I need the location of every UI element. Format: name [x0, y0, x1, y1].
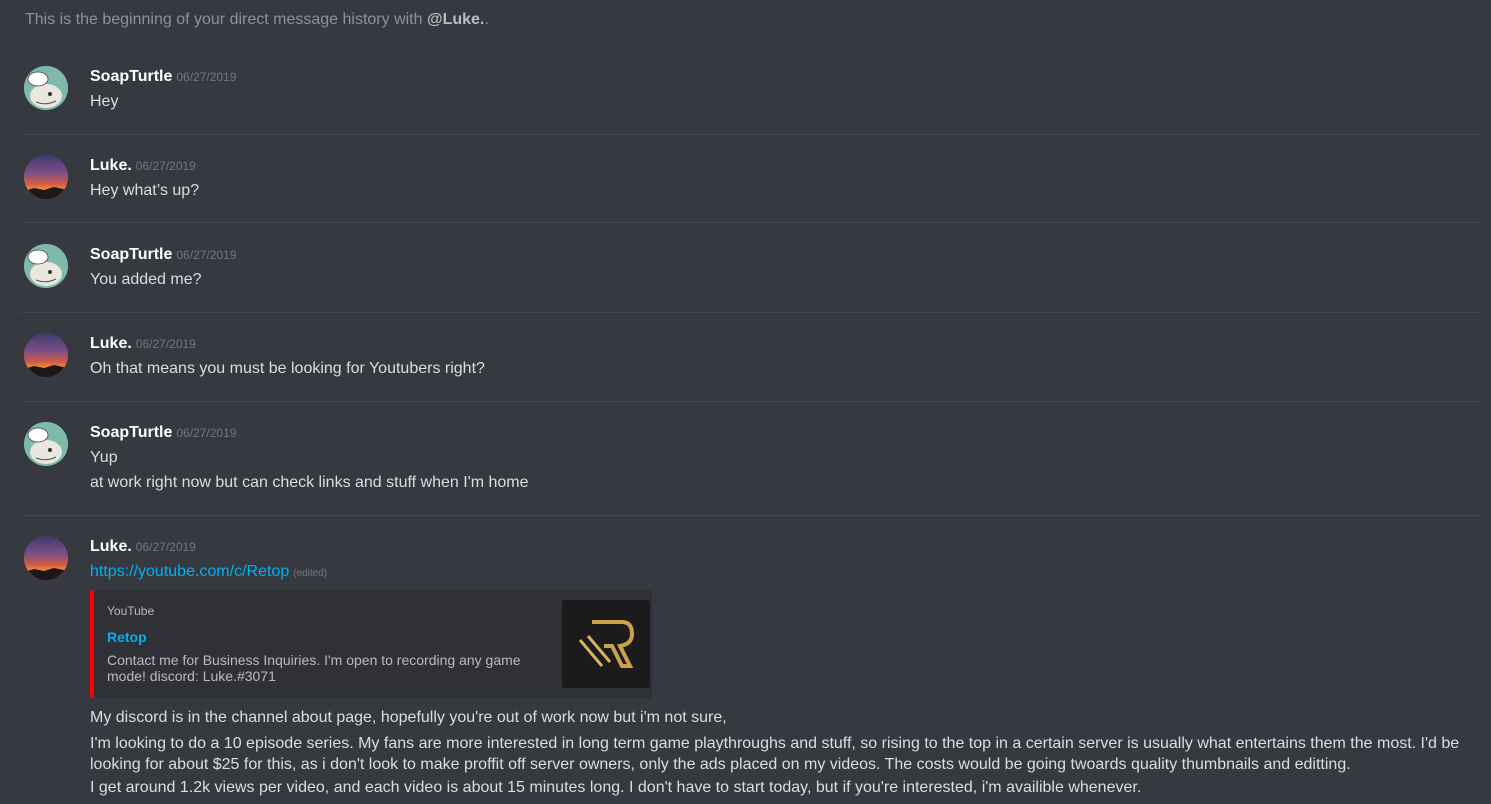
message-author[interactable]: SoapTurtle 06/27/2019 [90, 424, 236, 442]
turtle-avatar-icon [24, 422, 68, 466]
edited-label: (edited) [293, 568, 328, 579]
message-text: I get around 1.2k views per video, and e… [90, 779, 1142, 796]
message-timestamp: 06/27/2019 [135, 540, 196, 554]
message-text: You added me? [90, 271, 202, 288]
luke-avatar[interactable] [24, 155, 68, 199]
embed-title[interactable]: Retop [107, 629, 147, 645]
message-text: I'm looking to do a 10 episode series. M… [90, 735, 1460, 773]
message-author[interactable]: Luke. 06/27/2019 [90, 157, 196, 175]
sunset-avatar-icon [24, 333, 68, 377]
message-timestamp: 06/27/2019 [176, 70, 237, 84]
message-divider [20, 134, 1481, 135]
message-timestamp: 06/27/2019 [135, 337, 196, 351]
retop-logo-icon [562, 600, 650, 688]
message-author[interactable]: Luke. 06/27/2019 [90, 335, 196, 353]
message-divider [20, 515, 1481, 516]
mention-luke[interactable]: @Luke. [427, 11, 484, 28]
soapturtle-avatar[interactable] [24, 66, 68, 110]
soapturtle-avatar[interactable] [24, 422, 68, 466]
message-history-intro: This is the beginning of your direct mes… [25, 11, 489, 28]
embed-description: Contact me for Business Inquiries. I'm o… [107, 652, 521, 684]
message-timestamp: 06/27/2019 [135, 159, 196, 173]
message-text: Yup [90, 449, 118, 466]
youtube-link[interactable]: https://youtube.com/c/Retop [90, 563, 289, 580]
message-text: My discord is in the channel about page,… [90, 709, 727, 726]
message-text: Hey [90, 93, 119, 110]
message-timestamp: 06/27/2019 [176, 248, 237, 262]
soapturtle-avatar[interactable] [24, 244, 68, 288]
message-divider [20, 222, 1481, 223]
embed-provider[interactable]: YouTube [107, 604, 154, 618]
sunset-avatar-icon [24, 155, 68, 199]
luke-avatar[interactable] [24, 333, 68, 377]
luke-avatar[interactable] [24, 536, 68, 580]
message-text: Oh that means you must be looking for Yo… [90, 360, 485, 377]
message-author[interactable]: SoapTurtle 06/27/2019 [90, 246, 236, 264]
turtle-avatar-icon [24, 66, 68, 110]
message-author[interactable]: Luke. 06/27/2019 [90, 538, 196, 556]
message-text: Hey what’s up? [90, 182, 200, 199]
message-timestamp: 06/27/2019 [176, 426, 237, 440]
message-text: at work right now but can check links an… [90, 474, 529, 491]
embed-thumbnail[interactable] [562, 600, 650, 688]
message-link-line: https://youtube.com/c/Retop (edited) [90, 563, 327, 581]
message-divider [20, 312, 1481, 313]
turtle-avatar-icon [24, 244, 68, 288]
message-author[interactable]: SoapTurtle 06/27/2019 [90, 68, 236, 86]
sunset-avatar-icon [24, 536, 68, 580]
link-embed: YouTube Retop Contact me for Business In… [90, 590, 652, 698]
message-divider [20, 401, 1481, 402]
